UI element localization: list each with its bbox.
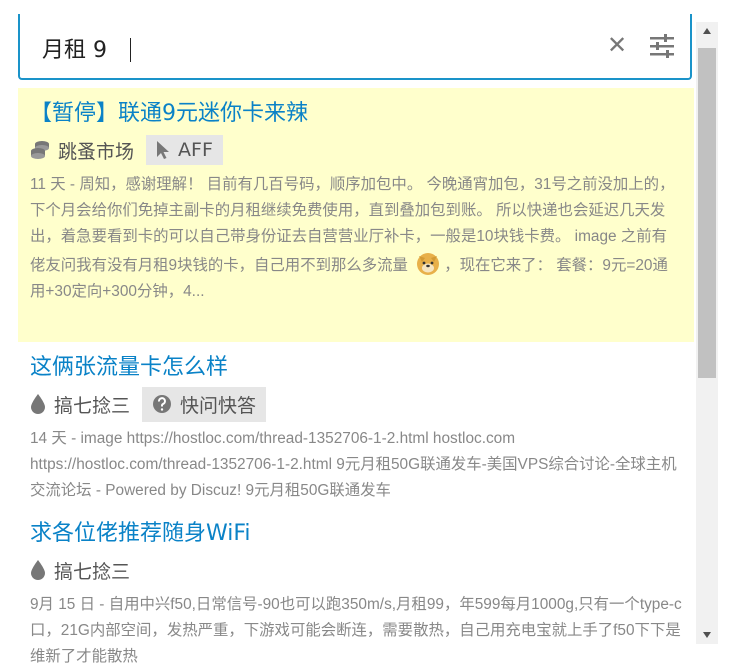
scrollbar-thumb[interactable] xyxy=(698,48,716,378)
triangle-down-icon xyxy=(703,632,711,638)
result-category[interactable]: 跳蚤市场 xyxy=(30,137,134,164)
result-title[interactable]: 【暂停】联通9元迷你卡来辣 xyxy=(30,98,682,130)
search-result-item[interactable]: 【暂停】联通9元迷你卡来辣 跳蚤市场 AFF 11 天 - 周知，感谢理解！ 目… xyxy=(18,88,694,342)
result-category-label: 搞七捻三 xyxy=(54,560,131,583)
result-category-label: 跳蚤市场 xyxy=(58,140,135,163)
sliders-icon xyxy=(650,34,674,58)
result-tag-label: AFF xyxy=(178,139,213,161)
search-filter-button[interactable] xyxy=(648,34,676,58)
close-icon: ✕ xyxy=(606,31,628,59)
drop-icon xyxy=(31,394,45,414)
result-time: 9月 15 日 xyxy=(30,596,96,613)
result-tag[interactable]: 快问快答 xyxy=(142,386,267,422)
search-input[interactable] xyxy=(40,30,584,66)
result-meta: 搞七捻三 xyxy=(30,552,682,588)
result-title[interactable]: 这俩张流量卡怎么样 xyxy=(30,352,682,384)
result-excerpt: 14 天 - image https://hostloc.com/thread-… xyxy=(30,426,682,504)
triangle-up-icon xyxy=(703,28,711,34)
result-time: 14 天 xyxy=(30,430,67,447)
drop-icon xyxy=(31,560,45,580)
scroll-up-button[interactable] xyxy=(696,22,718,40)
results-scrollbar[interactable] xyxy=(696,22,718,644)
text-caret xyxy=(130,38,131,62)
result-excerpt-text: - image https://hostloc.com/thread-13527… xyxy=(30,430,677,499)
result-category[interactable]: 搞七捻三 xyxy=(30,391,130,418)
result-category-label: 搞七捻三 xyxy=(54,394,131,417)
search-results-list: 【暂停】联通9元迷你卡来辣 跳蚤市场 AFF 11 天 - 周知，感谢理解！ 目… xyxy=(18,88,694,666)
result-title[interactable]: 求各位佬推荐随身WiFi xyxy=(30,518,682,550)
question-circle-icon xyxy=(153,395,172,413)
search-box: ✕ xyxy=(18,14,692,80)
search-result-item[interactable]: 求各位佬推荐随身WiFi 搞七捻三 9月 15 日 - 自用中兴f50,日常信号… xyxy=(18,508,694,666)
result-tag-label: 快问快答 xyxy=(180,394,257,417)
result-excerpt-text: - 自用中兴f50,日常信号-90也可以跑350m/s,月租99，年599每月1… xyxy=(30,596,682,665)
result-meta: 跳蚤市场 AFF xyxy=(30,132,682,168)
scroll-down-button[interactable] xyxy=(696,626,718,644)
result-excerpt: 11 天 - 周知，感谢理解！ 目前有几百号码，顺序加包中。 今晚通宵加包，31… xyxy=(30,172,682,305)
coins-icon xyxy=(31,141,49,159)
result-category[interactable]: 搞七捻三 xyxy=(30,557,130,584)
cursor-icon xyxy=(157,141,170,159)
clear-search-button[interactable]: ✕ xyxy=(606,32,628,58)
result-time: 11 天 xyxy=(30,176,66,193)
doge-emoji-icon xyxy=(417,253,440,275)
result-excerpt: 9月 15 日 - 自用中兴f50,日常信号-90也可以跑350m/s,月租99… xyxy=(30,592,682,666)
search-result-item[interactable]: 这俩张流量卡怎么样 搞七捻三 快问快答 14 天 - image https:/… xyxy=(18,342,694,508)
result-meta: 搞七捻三 快问快答 xyxy=(30,386,682,422)
result-tag[interactable]: AFF xyxy=(146,135,223,165)
